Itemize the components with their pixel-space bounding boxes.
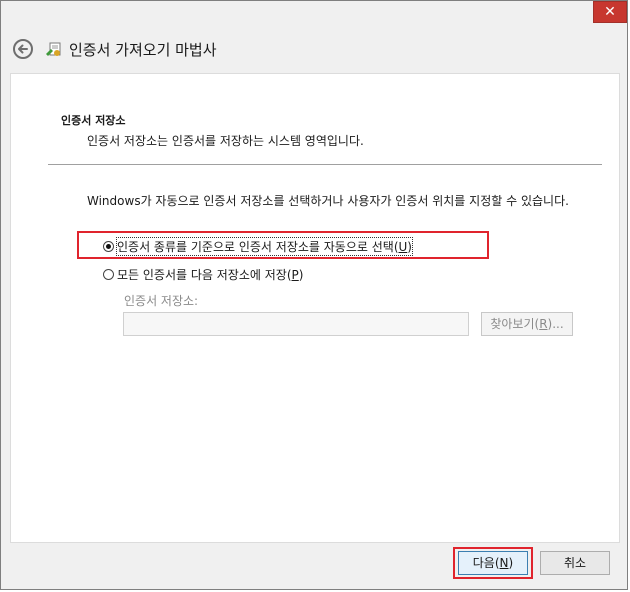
section-title: 인증서 저장소 [61,114,126,127]
place-in-store-option[interactable]: 모든 인증서를 다음 저장소에 저장(P) [103,266,303,283]
place-in-store-label: 모든 인증서를 다음 저장소에 저장(P) [117,268,304,282]
store-label: 인증서 저장소: [124,294,199,308]
wizard-header: 인증서 가져오기 마법사 [1,33,627,71]
certificate-icon [46,42,61,56]
wizard-footer: 다음(N) 취소 [1,543,627,589]
wizard-title: 인증서 가져오기 마법사 [69,41,217,59]
auto-select-label: 인증서 종류를 기준으로 인증서 저장소를 자동으로 선택(U) [116,237,413,256]
wizard-content: 인증서 저장소 인증서 저장소는 인증서를 저장하는 시스템 영역입니다. Wi… [10,73,620,543]
browse-button[interactable]: 찾아보기(R)... [481,312,573,336]
back-button[interactable] [13,39,33,59]
close-button[interactable]: ✕ [593,1,627,23]
wizard-window: ✕ 인증서 가져오기 마법사 인증서 저장소 인증서 저장소는 인증서를 저장하… [0,0,628,590]
back-arrow-icon [18,44,28,54]
store-input[interactable] [123,312,469,336]
auto-select-store-option[interactable]: 인증서 종류를 기준으로 인증서 저장소를 자동으로 선택(U) [103,237,413,256]
title-bar: ✕ [1,1,627,33]
next-button[interactable]: 다음(N) [458,551,528,575]
section-description: 인증서 저장소는 인증서를 저장하는 시스템 영역입니다. [87,134,364,148]
radio-place-in-store[interactable] [103,269,114,280]
divider [48,164,602,165]
instruction-text: Windows가 자동으로 인증서 저장소를 선택하거나 사용자가 인증서 위치… [87,194,569,208]
cancel-button[interactable]: 취소 [540,551,610,575]
close-icon: ✕ [604,4,616,20]
radio-auto-select[interactable] [103,241,114,252]
